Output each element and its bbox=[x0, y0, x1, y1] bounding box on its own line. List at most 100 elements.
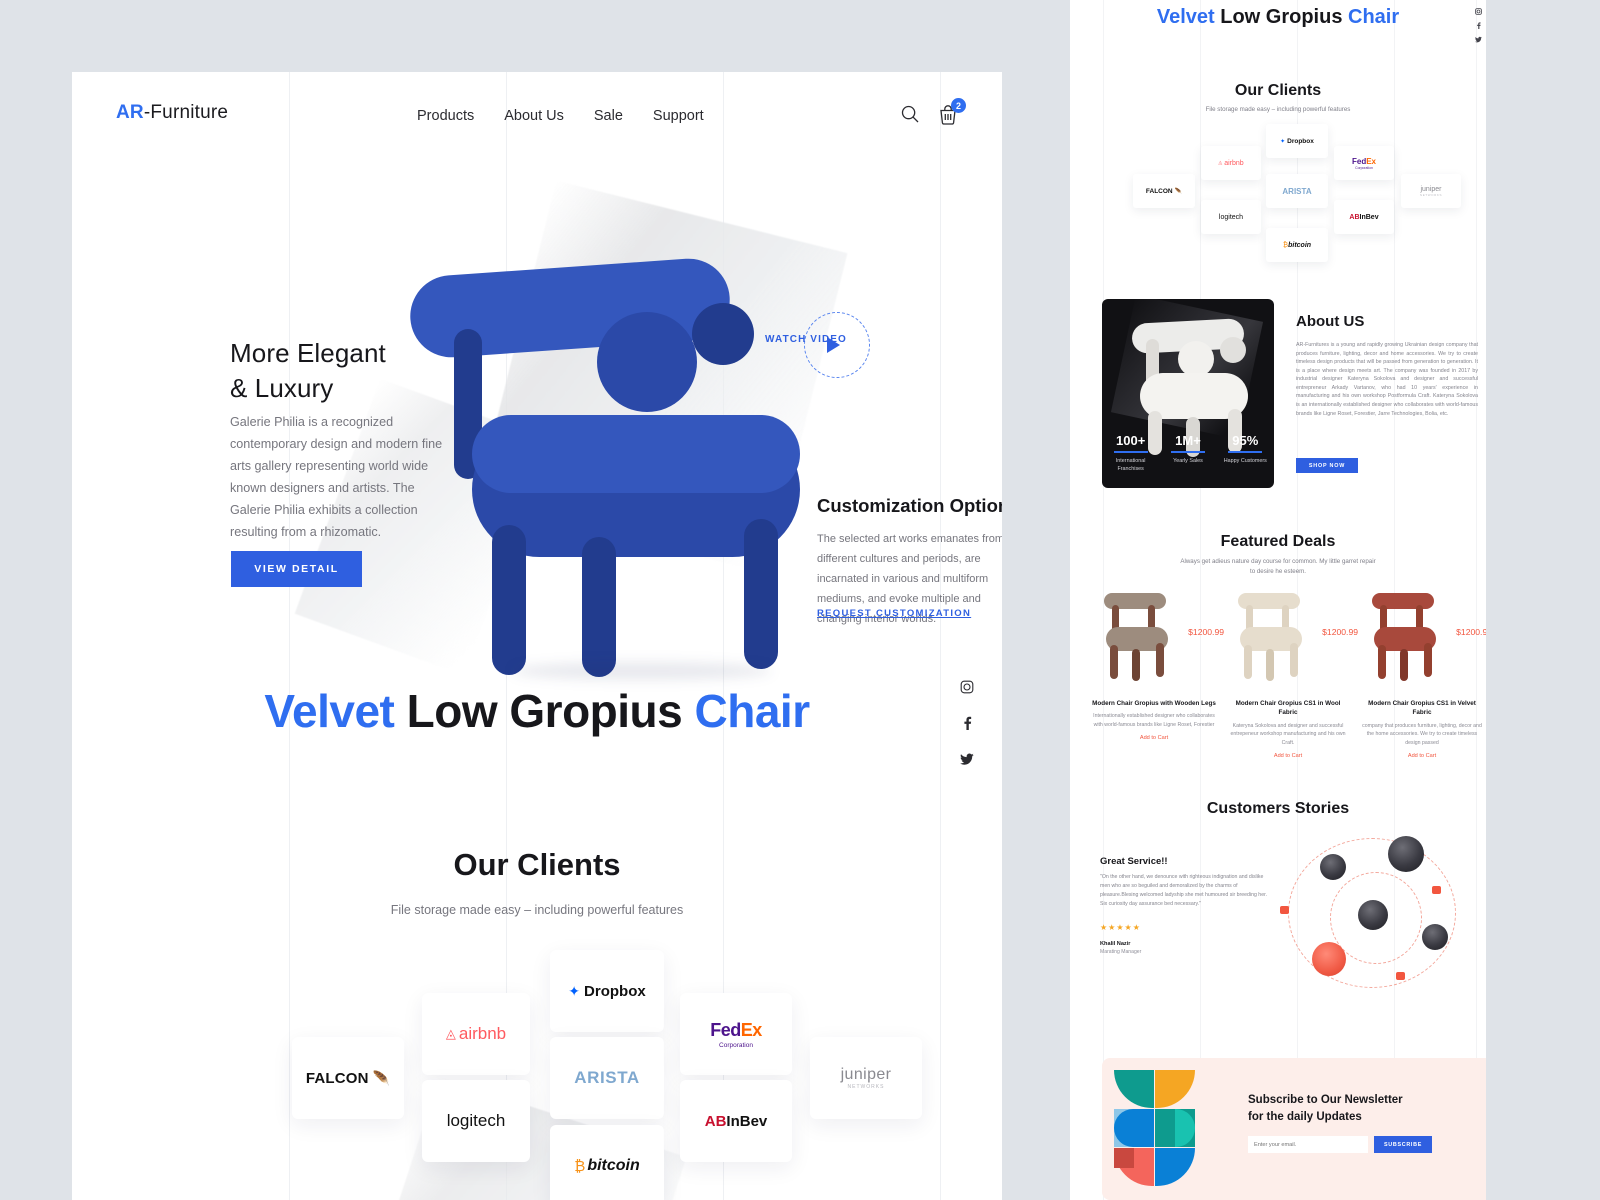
brand-logo-suffix: -Furniture bbox=[143, 102, 229, 123]
deal-image: $1200.99 bbox=[1360, 585, 1486, 695]
view-detail-button[interactable]: VIEW DETAIL bbox=[231, 551, 362, 587]
mini-logo-abinbev[interactable]: ABInBev bbox=[1334, 200, 1394, 234]
client-logo-fedex[interactable]: FedEx Corporation bbox=[680, 993, 792, 1075]
stat-label: Yearly Sales bbox=[1173, 458, 1203, 465]
client-logo-airbnb[interactable]: ◬ airbnb bbox=[422, 993, 530, 1075]
mini-logo-falcon-label: FALCON bbox=[1145, 187, 1173, 195]
add-to-cart-button[interactable]: Add to Cart bbox=[1140, 735, 1168, 741]
mini-logo-bitcoin[interactable]: ₿ bitcoin bbox=[1266, 228, 1328, 262]
newsletter-banner: Subscribe to Our Newsletter for the dail… bbox=[1102, 1058, 1486, 1200]
instagram-icon[interactable] bbox=[960, 680, 974, 694]
client-logo-bitcoin-label: bitcoin bbox=[587, 1157, 640, 1174]
mini-logo-juniper-label: juniper bbox=[1420, 185, 1442, 193]
brand-logo-prefix: AR bbox=[116, 102, 144, 123]
testimonial-headline: Great Service!! bbox=[1100, 856, 1168, 867]
nav-item-support[interactable]: Support bbox=[653, 108, 704, 124]
airbnb-mark-icon-small: ◬ bbox=[1218, 160, 1223, 166]
instagram-icon-small[interactable] bbox=[1475, 2, 1482, 15]
client-logo-airbnb-label: airbnb bbox=[458, 1024, 507, 1043]
customer-stories-section: Customers Stories Great Service!! "On th… bbox=[1070, 800, 1486, 988]
featured-deals-subtitle: Always get adieus nature day course for … bbox=[1180, 558, 1376, 575]
add-to-cart-button[interactable]: Add to Cart bbox=[1274, 753, 1302, 759]
stat-item: 95% Happy Customers bbox=[1219, 433, 1271, 474]
twitter-icon[interactable] bbox=[960, 752, 974, 766]
stat-number: 1M+ bbox=[1175, 433, 1201, 449]
deal-price: $1200.99 bbox=[1456, 627, 1486, 637]
customization-title: Customization Options bbox=[817, 495, 1002, 516]
hero-title-line1: More Elegant bbox=[230, 338, 386, 368]
customer-avatars-orbit bbox=[1278, 832, 1478, 992]
facebook-icon-small[interactable] bbox=[1475, 16, 1482, 29]
play-icon[interactable] bbox=[827, 337, 840, 353]
right-social-rail bbox=[1475, 2, 1482, 43]
mini-logo-fedex[interactable]: FedEx Corporation bbox=[1334, 146, 1394, 180]
cart-icon[interactable]: 2 bbox=[938, 98, 966, 128]
request-customization-link[interactable]: REQUEST CUSTOMIZATION bbox=[817, 608, 971, 619]
nav-item-sale[interactable]: Sale bbox=[594, 108, 623, 124]
deal-card[interactable]: $1200.99 Modern Chair Gropius CS1 in Vel… bbox=[1360, 585, 1486, 759]
nav-item-about-us[interactable]: About Us bbox=[504, 108, 564, 124]
client-logo-logitech[interactable]: logitech bbox=[422, 1080, 530, 1162]
avatar[interactable] bbox=[1358, 900, 1388, 930]
nav-item-products[interactable]: Products bbox=[417, 108, 474, 124]
page-title-word3: Chair bbox=[694, 685, 811, 737]
deal-card[interactable]: $1200.99 Modern Chair Gropius CS1 in Woo… bbox=[1226, 585, 1358, 759]
newsletter-heading: Subscribe to Our Newsletter for the dail… bbox=[1248, 1092, 1403, 1125]
avatar[interactable] bbox=[1422, 924, 1448, 950]
watch-video-control[interactable]: WATCH VIDEO bbox=[765, 312, 870, 380]
shop-now-button[interactable]: SHOP NOW bbox=[1296, 458, 1358, 473]
search-icon[interactable] bbox=[900, 104, 922, 128]
avatar-active[interactable] bbox=[1312, 942, 1346, 976]
right-clients-subtitle: File storage made easy – including power… bbox=[1205, 106, 1351, 113]
deal-name: Modern Chair Gropius CS1 in Wool Fabric bbox=[1235, 700, 1341, 717]
client-logo-abinbev[interactable]: ABInBev bbox=[680, 1080, 792, 1162]
mini-logo-airbnb-label: airbnb bbox=[1224, 159, 1244, 167]
deal-list: $1200.99 Modern Chair Gropius with Woode… bbox=[1092, 585, 1486, 759]
deal-description: company that produces furniture, lightin… bbox=[1362, 722, 1482, 746]
client-logo-arista-label: ARISTA bbox=[574, 1068, 640, 1087]
mini-logo-juniper[interactable]: juniper NETWORKS bbox=[1401, 174, 1461, 208]
mini-logo-fedex-label: FedEx bbox=[1351, 156, 1377, 166]
deal-image: $1200.99 bbox=[1226, 585, 1358, 695]
mini-logo-falcon[interactable]: FALCON 🪶 bbox=[1133, 174, 1195, 208]
right-title-word2: Low Gropius bbox=[1220, 6, 1343, 28]
client-logo-juniper[interactable]: juniper NETWORKS bbox=[810, 1037, 922, 1119]
falcon-bird-icon: 🪶 bbox=[372, 1069, 391, 1086]
mini-logo-airbnb[interactable]: ◬ airbnb bbox=[1201, 146, 1261, 180]
deal-card[interactable]: $1200.99 Modern Chair Gropius with Woode… bbox=[1092, 585, 1224, 759]
rating-stars: ★★★★★ bbox=[1100, 923, 1141, 933]
client-logo-arista[interactable]: ARISTA bbox=[550, 1037, 664, 1119]
client-logo-dropbox[interactable]: ✦ Dropbox bbox=[550, 950, 664, 1032]
hero-chair-image bbox=[392, 255, 822, 680]
chat-bubble-icon bbox=[1432, 886, 1441, 894]
testimonial: Great Service!! "On the other hand, we d… bbox=[1100, 856, 1270, 955]
dropbox-mark-icon: ✦ bbox=[568, 982, 581, 999]
about-heading: About US bbox=[1296, 313, 1365, 330]
tile bbox=[1114, 1109, 1154, 1147]
site-header: AR-Furniture Products About Us Sale Supp… bbox=[72, 72, 1002, 160]
avatar[interactable] bbox=[1320, 854, 1346, 880]
airbnb-mark-icon: ◬ bbox=[445, 1026, 456, 1041]
brand-logo[interactable]: AR-Furniture bbox=[116, 102, 228, 124]
right-page-title: Velvet Low Gropius Chair bbox=[1070, 6, 1486, 29]
client-logo-dropbox-label: Dropbox bbox=[584, 982, 646, 1000]
twitter-icon-small[interactable] bbox=[1475, 30, 1482, 43]
client-logo-logitech-label: logitech bbox=[446, 1111, 506, 1130]
stat-item: 100+ International Franchises bbox=[1105, 433, 1157, 474]
subscribe-button[interactable]: SUBSCRIBE bbox=[1374, 1136, 1432, 1153]
client-logo-bitcoin[interactable]: ₿ bitcoin bbox=[550, 1125, 664, 1200]
mini-logo-dropbox-label: Dropbox bbox=[1287, 137, 1314, 145]
mini-logo-dropbox[interactable]: ✦ Dropbox bbox=[1266, 124, 1328, 158]
mini-logo-logitech[interactable]: logitech bbox=[1201, 200, 1261, 234]
newsletter-email-input[interactable] bbox=[1248, 1136, 1368, 1153]
add-to-cart-button[interactable]: Add to Cart bbox=[1408, 753, 1436, 759]
customer-stories-title: Customers Stories bbox=[1206, 800, 1350, 817]
chat-bubble-icon bbox=[1396, 972, 1405, 980]
facebook-icon[interactable] bbox=[960, 716, 974, 730]
avatar[interactable] bbox=[1388, 836, 1424, 872]
client-logo-falcon[interactable]: FALCON 🪶 bbox=[292, 1037, 404, 1119]
about-description: AR-Furnitures is a young and rapidly gro… bbox=[1296, 342, 1478, 417]
right-title-word3: Chair bbox=[1348, 6, 1400, 28]
mini-logo-arista[interactable]: ARISTA bbox=[1266, 174, 1328, 208]
client-logo-fedex-sub: Corporation bbox=[719, 1041, 753, 1049]
